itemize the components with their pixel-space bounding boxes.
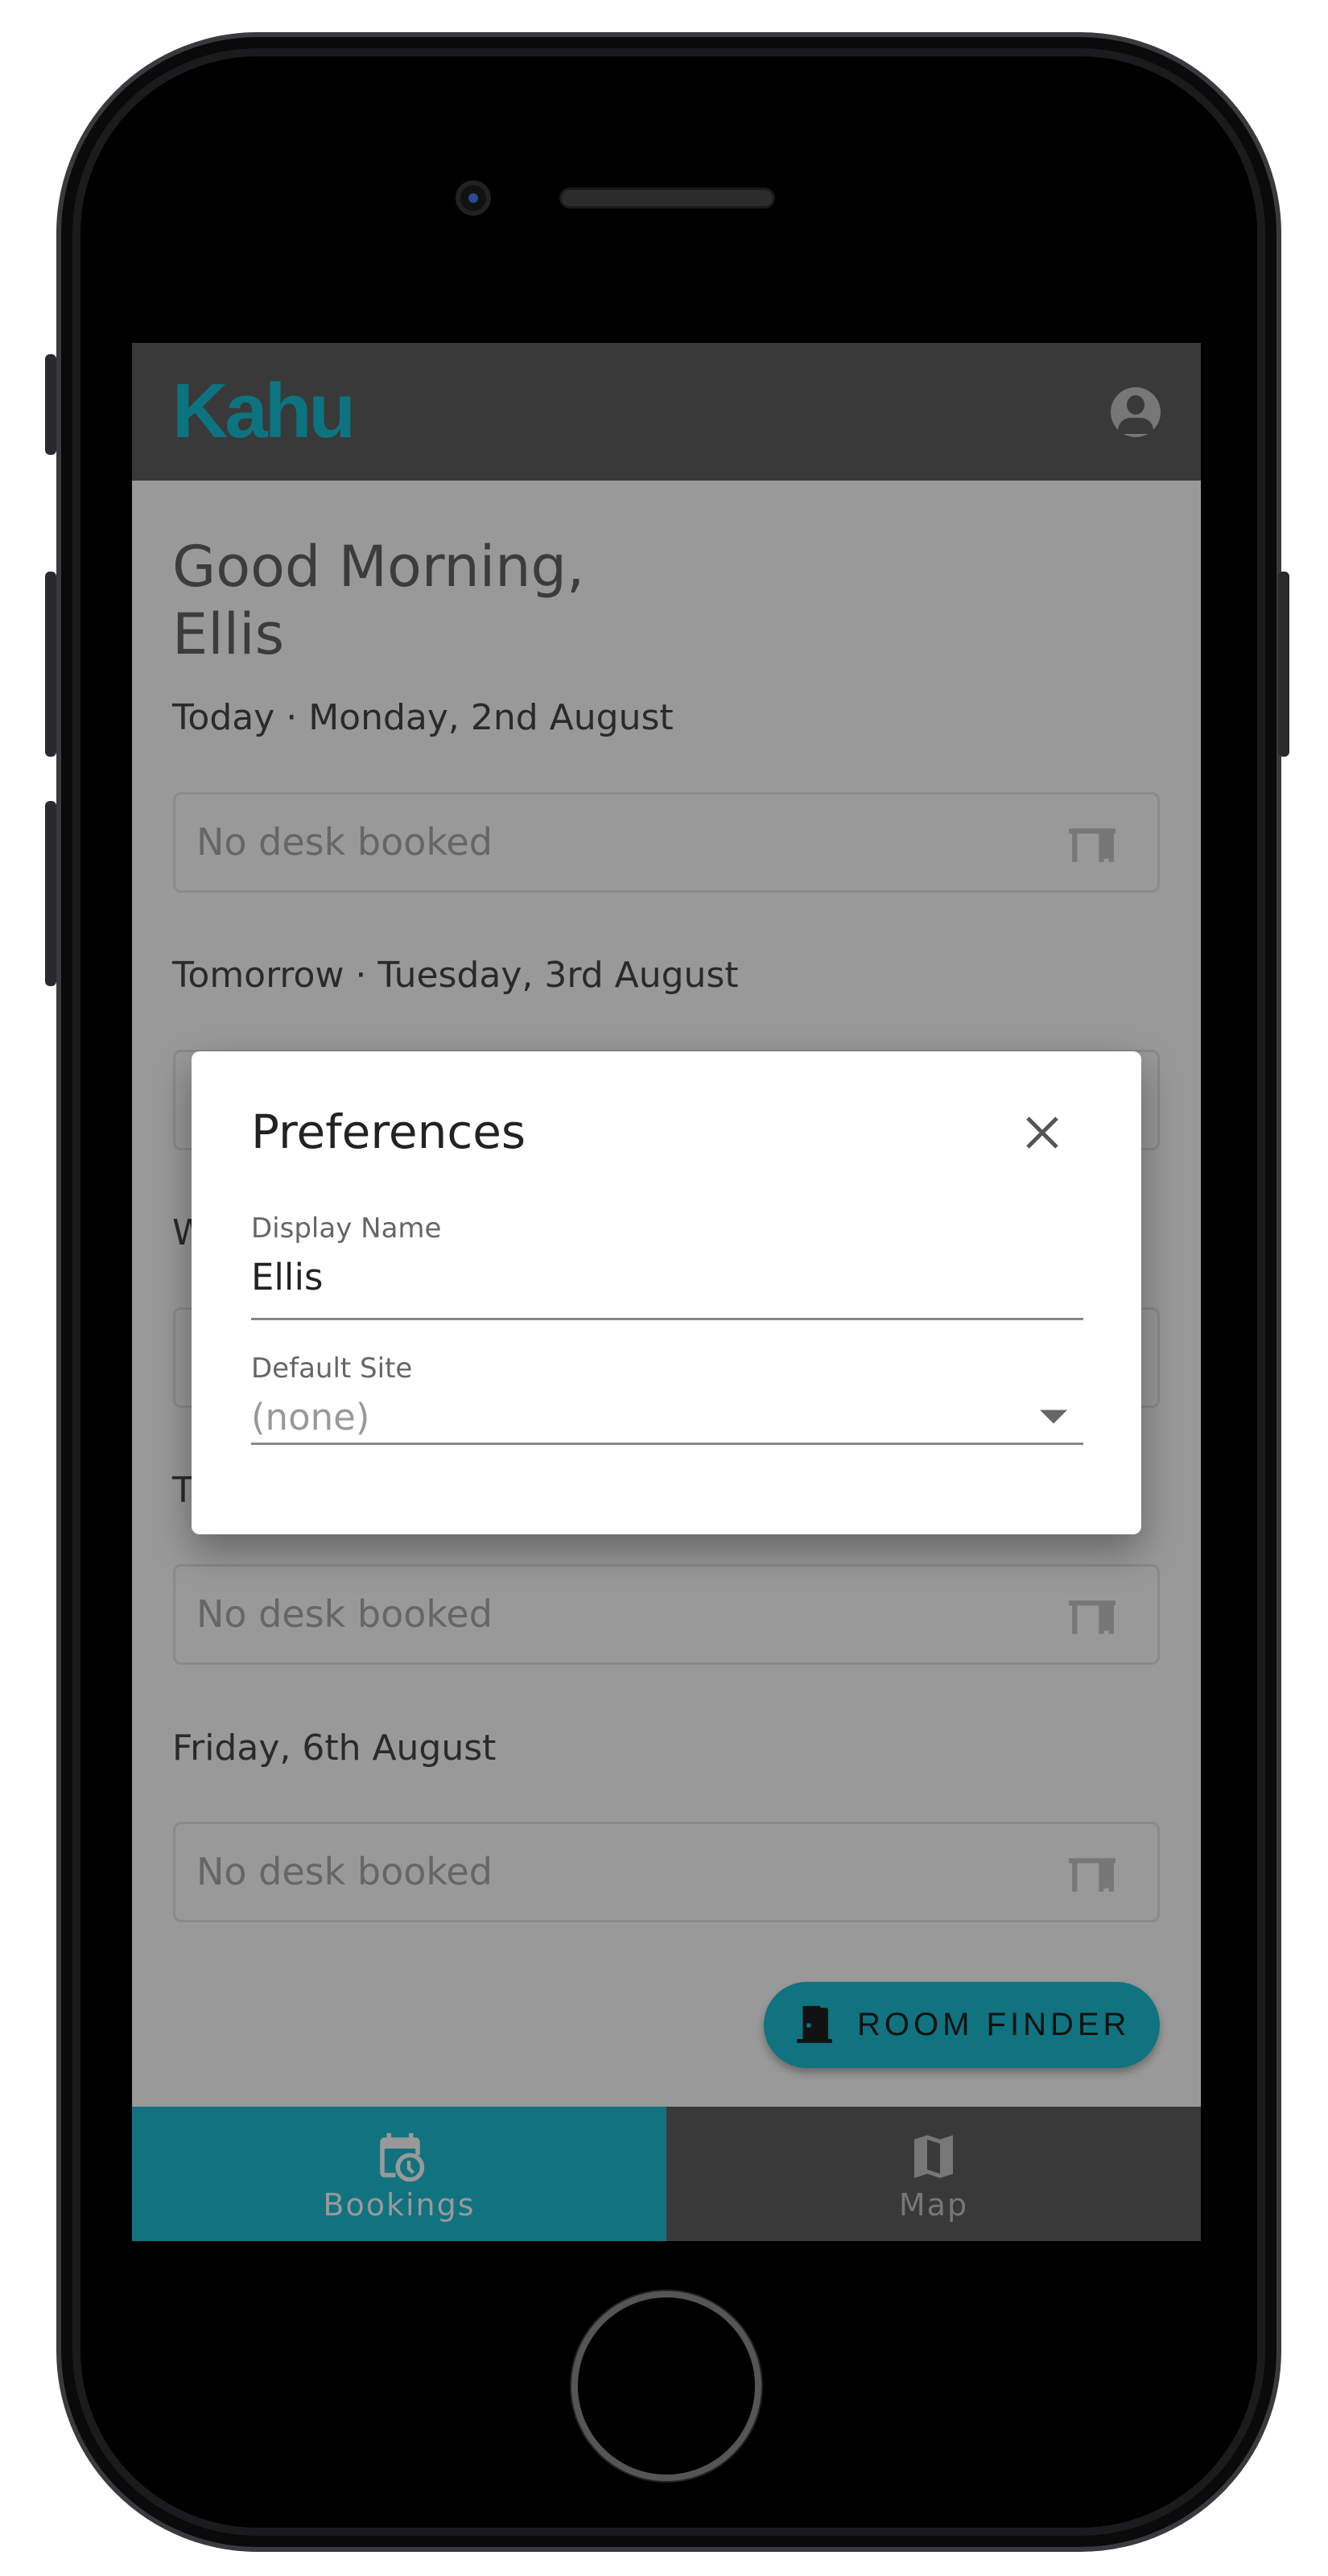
home-button[interactable]	[571, 2291, 761, 2481]
kahu-logo: Kahu	[172, 368, 356, 454]
desk-icon	[1069, 1600, 1116, 1634]
nav-tab-bookings[interactable]: Bookings	[132, 2107, 666, 2241]
preferences-dialog: Preferences Display Name Ellis Default S…	[192, 1051, 1141, 1534]
door-icon	[797, 2005, 832, 2043]
volume-down-button	[45, 801, 56, 986]
default-site-select[interactable]: (none)	[251, 1396, 369, 1439]
account-circle-icon[interactable]	[1111, 387, 1161, 437]
display-name-label: Display Name	[251, 1212, 442, 1245]
mute-switch	[45, 354, 56, 455]
display-name-underline	[251, 1318, 1083, 1320]
calendar-clock-icon	[380, 2132, 425, 2182]
greeting-name: Ellis	[172, 601, 285, 667]
volume-up-button	[45, 572, 56, 757]
day-label: Friday, 6th August	[172, 1728, 497, 1769]
desk-status: No desk booked	[196, 1850, 493, 1893]
desk-booking-field[interactable]: No desk booked	[173, 1822, 1160, 1922]
close-icon[interactable]	[1021, 1111, 1064, 1154]
bottom-nav: Bookings Map	[132, 2107, 1201, 2241]
earpiece-speaker	[559, 188, 775, 208]
desk-icon	[1069, 1858, 1116, 1892]
dialog-title: Preferences	[251, 1104, 526, 1159]
app-header: Kahu	[132, 343, 1201, 481]
power-button	[1278, 572, 1289, 757]
greeting-line: Good Morning,	[172, 534, 585, 600]
map-icon	[914, 2135, 953, 2178]
default-site-label: Default Site	[251, 1352, 413, 1385]
desk-booking-field[interactable]: No desk booked	[173, 1564, 1160, 1665]
day-label: Tomorrow · Tuesday, 3rd August	[172, 955, 739, 996]
desk-booking-field[interactable]: No desk booked	[173, 792, 1160, 893]
chevron-down-icon[interactable]	[1040, 1409, 1067, 1425]
nav-label-bookings: Bookings	[323, 2187, 476, 2223]
nav-tab-map[interactable]: Map	[666, 2107, 1201, 2241]
desk-status: No desk booked	[196, 820, 493, 864]
default-site-underline	[251, 1443, 1083, 1445]
desk-icon	[1069, 828, 1116, 862]
nav-label-map: Map	[898, 2187, 969, 2223]
day-label: Today · Monday, 2nd August	[172, 697, 674, 738]
display-name-field[interactable]: Ellis	[251, 1256, 323, 1298]
front-camera	[456, 180, 491, 216]
room-finder-button[interactable]: ROOM FINDER	[764, 1982, 1160, 2068]
desk-status: No desk booked	[196, 1592, 493, 1636]
room-finder-label: ROOM FINDER	[857, 2007, 1131, 2042]
